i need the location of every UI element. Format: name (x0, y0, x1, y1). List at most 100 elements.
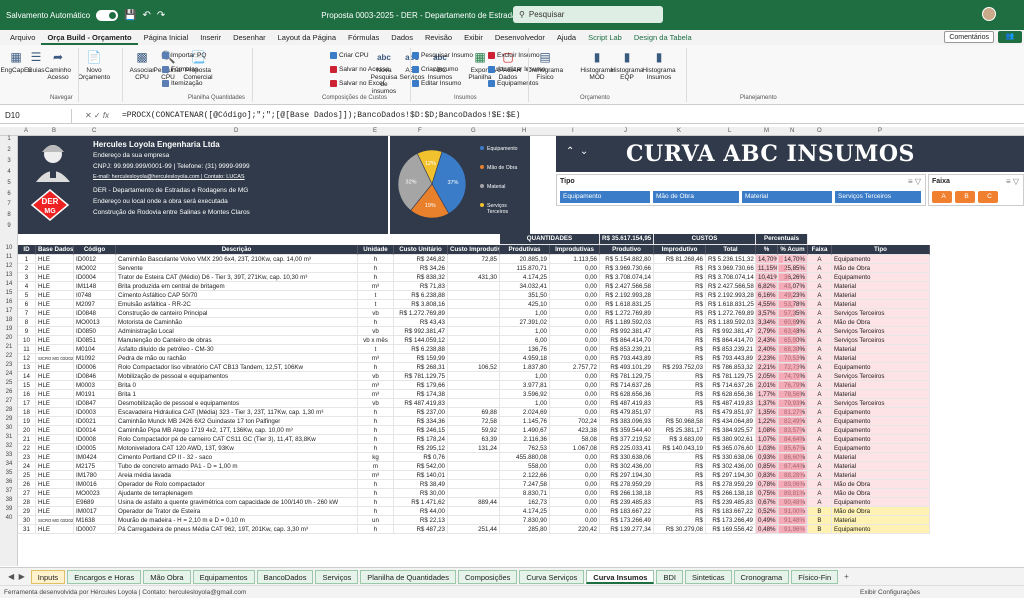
table-cell[interactable]: ID0014 (74, 426, 116, 435)
add-sheet-icon[interactable]: + (844, 572, 849, 581)
ribbon-small-6[interactable]: Pesquisar Insumo (412, 52, 473, 59)
table-cell[interactable]: R$ 853.239,21 (600, 345, 654, 354)
ribbon-small-2[interactable]: Itemização (162, 80, 202, 87)
table-cell[interactable]: Material (832, 282, 930, 291)
table-cell[interactable]: 11,15% (756, 264, 778, 273)
table-header-11[interactable]: Total (706, 245, 756, 255)
table-cell[interactable]: Areia média lavada (116, 471, 358, 480)
table-cell[interactable]: 9 (18, 327, 36, 336)
table-cell[interactable]: A (808, 345, 832, 354)
table-cell[interactable]: 24 (18, 462, 36, 471)
table-cell[interactable]: 20 (18, 426, 36, 435)
table-cell[interactable]: R$ 278.959,29 (706, 480, 756, 489)
table-cell[interactable]: Pá Carregadeira de pneus Média CAT 962, … (116, 525, 358, 534)
row-header[interactable]: 1 (0, 136, 18, 142)
slicer-tipo-2[interactable]: Material (742, 191, 832, 203)
table-cell[interactable]: Motorista de Caminhão (116, 318, 358, 327)
table-cell[interactable]: HLE (36, 255, 74, 264)
table-cell[interactable]: 34.032,41 (500, 282, 550, 291)
table-cell[interactable]: R$ 6.238,88 (394, 291, 448, 300)
table-cell[interactable]: HLE (36, 381, 74, 390)
row-header[interactable]: 32 (0, 443, 18, 449)
table-cell[interactable]: R$ 5.236.151,32 (706, 255, 756, 264)
table-cell[interactable]: Mão de Obra (832, 480, 930, 489)
table-cell[interactable]: R$ 487,23 (394, 525, 448, 534)
tab-0[interactable]: Inputs (30, 569, 66, 584)
tab-9[interactable]: Curva Insumos (586, 569, 655, 584)
tab-11[interactable]: Sinteticas (684, 569, 732, 584)
row-header[interactable]: 28 (0, 407, 18, 413)
table-cell[interactable]: Asfalto diluído de petróleo - CM-30 (116, 345, 358, 354)
table-cell[interactable]: h (358, 480, 394, 489)
table-cell[interactable]: Servente (116, 264, 358, 273)
table-cell[interactable]: 0,85% (756, 462, 778, 471)
table-cell[interactable]: h (358, 318, 394, 327)
table-cell[interactable]: Administração Local (116, 327, 358, 336)
table-cell[interactable]: R$ 173.266,49 (600, 516, 654, 525)
table-cell[interactable]: R$ 144.059,12 (394, 336, 448, 345)
table-cell[interactable]: 0,00 (550, 318, 600, 327)
table-cell[interactable]: R$ 714.637,26 (706, 381, 756, 390)
table-cell[interactable]: 2.757,72 (550, 363, 600, 372)
table-cell[interactable]: 136,76 (500, 345, 550, 354)
row-header[interactable]: 12 (0, 263, 18, 269)
table-cell[interactable]: HLE (36, 453, 74, 462)
row-header[interactable]: 10 (0, 245, 18, 251)
row-header[interactable]: 3 (0, 158, 18, 164)
table-cell[interactable]: 1,00 (500, 372, 550, 381)
table-cell[interactable]: R$ 793.443,89 (706, 354, 756, 363)
tab-3[interactable]: Equipamentos (192, 569, 255, 584)
table-cell[interactable]: 220,42 (550, 525, 600, 534)
table-cell[interactable]: 0,00 (550, 498, 600, 507)
table-cell[interactable]: R$ 365.076,60 (706, 444, 756, 453)
comments-button[interactable]: Comentários (944, 31, 994, 43)
menu-item-3[interactable]: Inserir (194, 30, 227, 45)
table-cell[interactable]: A (808, 498, 832, 507)
table-cell[interactable]: 0,00 (550, 480, 600, 489)
table-cell[interactable]: SICRO MG 03/2025 (36, 516, 74, 525)
table-cell[interactable]: Material (832, 516, 930, 525)
table-cell[interactable] (448, 489, 500, 498)
table-cell[interactable]: R$ 2.427.566,58 (600, 282, 654, 291)
table-cell[interactable]: 5 (18, 291, 36, 300)
row-header[interactable]: 21 (0, 344, 18, 350)
table-cell[interactable] (448, 264, 500, 273)
table-cell[interactable]: R$ 5.154.882,80 (600, 255, 654, 264)
table-cell[interactable]: R$ (654, 336, 706, 345)
table-cell[interactable] (448, 309, 500, 318)
table-cell[interactable]: 63,39 (448, 435, 500, 444)
table-cell[interactable]: ID0851 (74, 336, 116, 345)
table-cell[interactable]: R$ 3.708.074,14 (600, 273, 654, 282)
table-cell[interactable]: 72,58 (448, 417, 500, 426)
table-header-4[interactable]: Unidade (358, 245, 394, 255)
menu-item-5[interactable]: Layout da Página (272, 30, 342, 45)
chevron-icon[interactable]: ⌃ ⌄ (566, 146, 588, 157)
column-header-L[interactable]: L (728, 128, 731, 134)
row-header[interactable]: 15 (0, 290, 18, 296)
table-cell[interactable]: R$ 380.902,61 (706, 435, 756, 444)
table-cell[interactable]: 1,37% (756, 399, 778, 408)
filter-icon[interactable]: ≡ ▽ (1006, 177, 1019, 186)
table-header-6[interactable]: Custo Improdutivo (448, 245, 500, 255)
table-cell[interactable]: 251,44 (448, 525, 500, 534)
tab-1[interactable]: Encargos e Horas (67, 569, 142, 584)
table-cell[interactable]: h (358, 498, 394, 507)
table-cell[interactable] (448, 372, 500, 381)
row-header[interactable]: 19 (0, 326, 18, 332)
slicer-faixa-1[interactable]: B (955, 191, 975, 203)
table-cell[interactable]: Equipamento (832, 408, 930, 417)
column-header-I[interactable]: I (572, 128, 574, 134)
table-cell[interactable]: 4 (18, 282, 36, 291)
table-cell[interactable]: 702,24 (550, 417, 600, 426)
table-cell[interactable]: R$ 3.683,09 (654, 435, 706, 444)
tab-12[interactable]: Cronograma (733, 569, 790, 584)
table-cell[interactable]: R$ 2.427.566,58 (706, 282, 756, 291)
table-cell[interactable]: Operador de Trator de Esteira (116, 507, 358, 516)
table-cell[interactable]: 0,00 (550, 372, 600, 381)
table-cell[interactable]: Tubo de concreto armado PA1 - D = 1,00 m (116, 462, 358, 471)
table-cell[interactable]: A (808, 300, 832, 309)
table-cell[interactable]: 21 (18, 435, 36, 444)
table-cell[interactable]: Operador de Rolo compactador (116, 480, 358, 489)
table-cell[interactable]: m³ (358, 282, 394, 291)
table-cell[interactable]: R$ 169.556,42 (706, 525, 756, 534)
